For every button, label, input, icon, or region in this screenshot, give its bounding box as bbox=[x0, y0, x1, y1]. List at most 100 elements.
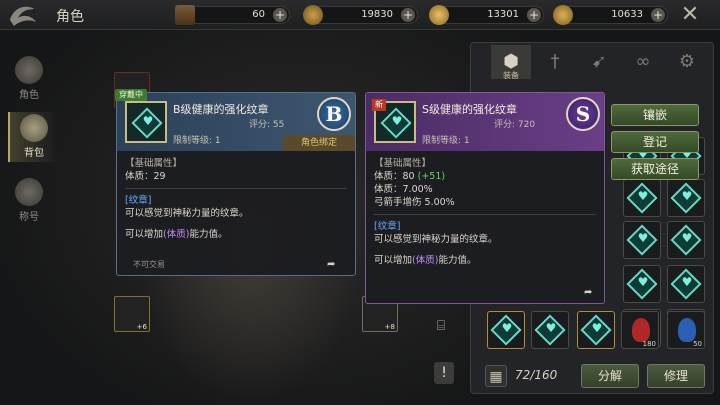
add-fatigue-button[interactable]: + bbox=[401, 8, 415, 22]
inventory-slot[interactable] bbox=[487, 311, 525, 349]
link-icon: ∞ bbox=[635, 51, 651, 72]
stat-line: 体质：7.00% bbox=[374, 184, 433, 195]
nav-item-bag[interactable]: 背包 bbox=[8, 112, 58, 162]
base-attributes-heading: 【基础属性】 bbox=[374, 158, 432, 169]
emblem-gem-icon bbox=[380, 107, 412, 139]
inventory-slot[interactable] bbox=[623, 221, 661, 259]
dragon-emblem-icon bbox=[6, 2, 46, 28]
stat-line: 弓箭手增伤 5.00% bbox=[374, 197, 455, 208]
level-requirement: 限制等级: 1 bbox=[173, 136, 221, 146]
title-badge-icon bbox=[15, 178, 43, 206]
description-text: 可以感觉到神秘力量的纹章。 bbox=[125, 208, 249, 219]
tooltip-body: 【基础属性】 体质：80 (+51) 体质：7.00% 弓箭手增伤 5.00% … bbox=[374, 157, 596, 267]
grade-b-icon: B bbox=[317, 97, 351, 131]
decompose-button[interactable]: 分解 bbox=[581, 364, 639, 388]
resource-fatigue: 19830 + bbox=[303, 5, 418, 25]
resource-value: 19830 bbox=[361, 9, 393, 20]
inventory-tabs: ⬢ 装备 † ➹ ∞ ⚙ bbox=[473, 45, 711, 80]
ticket-icon bbox=[175, 5, 195, 25]
arrow-icon: ➹ bbox=[591, 51, 607, 72]
item-count: 50 bbox=[693, 340, 702, 348]
obtain-source-button[interactable]: 获取途径 bbox=[611, 158, 699, 180]
item-name: S级健康的强化纹章 bbox=[422, 103, 517, 116]
item-icon bbox=[125, 101, 167, 143]
tab-label: 装备 bbox=[503, 71, 519, 80]
nav-item-title[interactable]: 称号 bbox=[8, 176, 50, 226]
potion-icon bbox=[632, 318, 650, 342]
inventory-slot[interactable] bbox=[667, 265, 705, 303]
tab-materials[interactable]: ➹ bbox=[579, 45, 619, 79]
share-icon[interactable]: ➦ bbox=[584, 287, 596, 298]
trade-status: 不可交易 ➦ bbox=[125, 259, 347, 271]
enhance-level: +8 bbox=[384, 323, 395, 331]
add-tickets-button[interactable]: + bbox=[273, 8, 287, 22]
backpack-icon bbox=[20, 114, 48, 142]
inventory-slot[interactable] bbox=[667, 179, 705, 217]
description-title: [纹章] bbox=[374, 221, 401, 232]
inventory-footer: ▦ 72/160 分解 修理 bbox=[473, 361, 711, 391]
close-icon[interactable]: ✕ bbox=[676, 4, 704, 26]
nav-item-character[interactable]: 角色 bbox=[8, 54, 50, 104]
tooltip-header: 穿戴中 B级健康的强化纹章 评分: 55 限制等级: 1 B 角色绑定 bbox=[115, 89, 355, 151]
gold-coin-icon bbox=[429, 5, 449, 25]
inventory-slot[interactable] bbox=[623, 179, 661, 217]
share-icon[interactable]: ➦ bbox=[327, 259, 339, 270]
tooltip-equipped-item: 穿戴中 B级健康的强化纹章 评分: 55 限制等级: 1 B 角色绑定 【基础属… bbox=[115, 89, 356, 276]
top-bar: 角色 60 + 19830 + 13301 + 10633 + ✕ bbox=[0, 0, 720, 30]
alert-button[interactable]: ! bbox=[434, 362, 454, 384]
character-icon bbox=[15, 56, 43, 84]
tab-links[interactable]: ∞ bbox=[623, 45, 663, 79]
tab-equipment[interactable]: ⬢ 装备 bbox=[491, 45, 531, 80]
stat-line: 体质：29 bbox=[125, 171, 166, 182]
new-badge: 新 bbox=[372, 99, 386, 111]
sword-icon: † bbox=[550, 51, 560, 72]
tab-misc[interactable]: ⚙ bbox=[667, 45, 707, 79]
item-name: B级健康的强化纹章 bbox=[173, 103, 269, 116]
effect-text: 可以增加(体质)能力值。 bbox=[125, 229, 228, 240]
fatigue-icon bbox=[303, 5, 323, 25]
tooltip-new-item: 新 S级健康的强化纹章 评分: 720 限制等级: 1 S 【基础属性】 体质：… bbox=[365, 92, 605, 304]
equipped-badge: 穿戴中 bbox=[115, 89, 147, 101]
resource-gold: 13301 + bbox=[429, 5, 544, 25]
inventory-slot[interactable] bbox=[577, 311, 615, 349]
inventory-slot-potion[interactable]: 50 bbox=[667, 311, 705, 349]
resource-tickets: 60 + bbox=[175, 5, 290, 25]
register-button[interactable]: 登记 bbox=[611, 131, 699, 153]
tab-weapons[interactable]: † bbox=[535, 45, 575, 79]
inlay-button[interactable]: 镶嵌 bbox=[611, 104, 699, 126]
enhance-level: +6 bbox=[136, 323, 147, 331]
resource-value: 60 bbox=[252, 9, 265, 20]
description-text: 可以感觉到神秘力量的纹章。 bbox=[374, 234, 498, 245]
add-coin-button[interactable]: + bbox=[651, 8, 665, 22]
stat-diff: (+51) bbox=[417, 171, 446, 182]
divider bbox=[125, 188, 347, 189]
nav-label: 称号 bbox=[19, 212, 39, 223]
add-gold-button[interactable]: + bbox=[527, 8, 541, 22]
divider bbox=[374, 214, 596, 215]
storage-icon[interactable]: ⌸ bbox=[432, 318, 450, 340]
box-icon: ⬢ bbox=[503, 51, 519, 72]
resource-value: 10633 bbox=[611, 9, 643, 20]
item-score: 评分: 720 bbox=[494, 120, 536, 130]
bound-badge: 角色绑定 bbox=[283, 135, 355, 151]
grid-view-icon[interactable]: ▦ bbox=[485, 365, 507, 387]
coin-icon bbox=[553, 5, 573, 25]
level-requirement: 限制等级: 1 bbox=[422, 136, 470, 146]
emblem-gem-icon bbox=[131, 107, 163, 139]
tooltip-header: 新 S级健康的强化纹章 评分: 720 限制等级: 1 S bbox=[366, 93, 604, 151]
inventory-slot[interactable] bbox=[667, 221, 705, 259]
item-score: 评分: 55 bbox=[249, 120, 285, 130]
item-count: 180 bbox=[642, 340, 656, 348]
inventory-slot[interactable] bbox=[531, 311, 569, 349]
inventory-capacity: 72/160 bbox=[515, 368, 558, 382]
potion-icon bbox=[678, 318, 696, 342]
equip-slot-boots[interactable]: +6 bbox=[114, 296, 150, 332]
gear-icon: ⚙ bbox=[678, 51, 696, 72]
nav-label: 背包 bbox=[24, 148, 44, 159]
inventory-slot[interactable] bbox=[623, 265, 661, 303]
grade-s-icon: S bbox=[566, 97, 600, 131]
inventory-slot-potion[interactable]: 180 bbox=[621, 311, 659, 349]
base-attributes-heading: 【基础属性】 bbox=[125, 158, 183, 169]
repair-button[interactable]: 修理 bbox=[647, 364, 705, 388]
tooltip-body: 【基础属性】 体质：29 [纹章] 可以感觉到神秘力量的纹章。 可以增加(体质)… bbox=[125, 157, 347, 241]
